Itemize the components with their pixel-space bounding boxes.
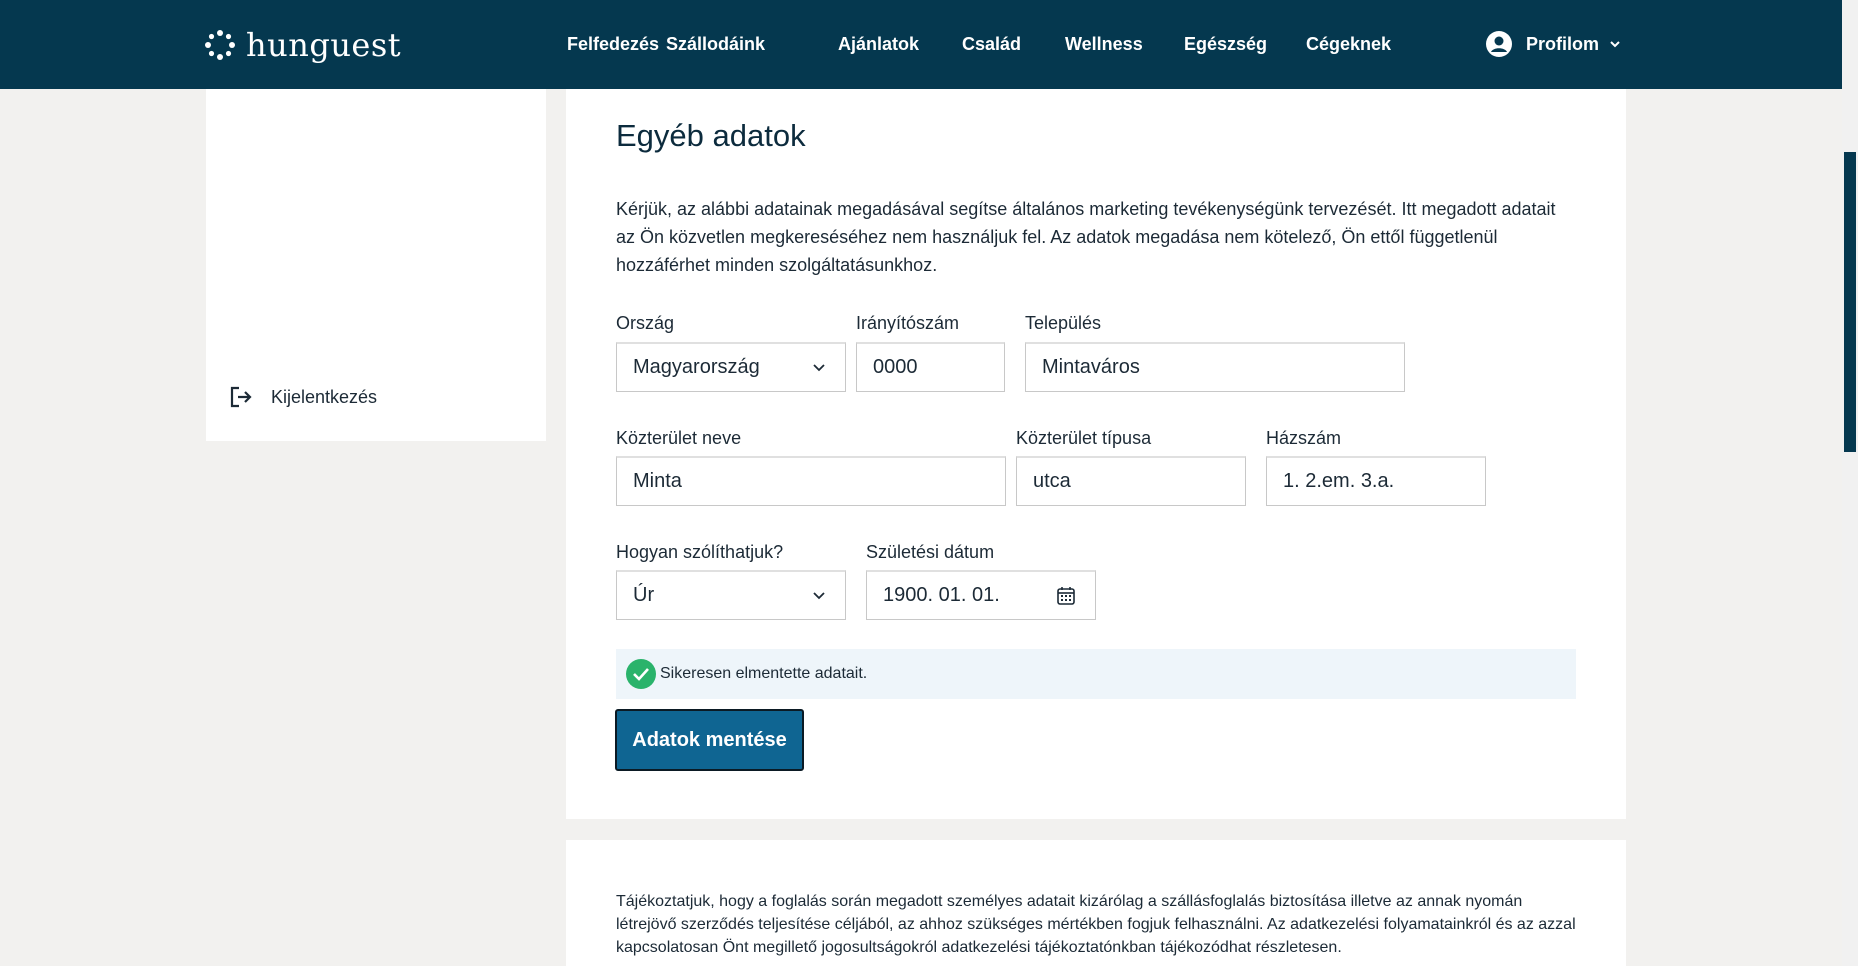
- zip-value: 0000: [873, 356, 918, 378]
- birth-date-label: Születési dátum: [866, 542, 995, 562]
- house-number-value: 1. 2.em. 3.a.: [1283, 470, 1395, 492]
- nav-ajanlatok[interactable]: Ajánlatok: [838, 34, 919, 55]
- brand-name: hunguest: [246, 26, 402, 64]
- nav-csalad[interactable]: Család: [962, 34, 1021, 55]
- birth-date-value: 1900. 01. 01.: [883, 584, 1000, 606]
- logout-label: Kijelentkezés: [271, 386, 378, 407]
- user-icon: [1486, 31, 1512, 57]
- scrollbar-track[interactable]: [1842, 0, 1858, 966]
- intro-text: Kérjük, az alábbi adatainak megadásával …: [616, 199, 1556, 275]
- salutation-label: Hogyan szólíthatjuk?: [616, 542, 784, 562]
- country-value: Magyarország: [633, 356, 760, 378]
- city-input[interactable]: Mintaváros: [1025, 342, 1405, 392]
- check-circle-icon: [626, 659, 656, 689]
- calendar-icon[interactable]: [1055, 585, 1077, 607]
- zip-input[interactable]: 0000: [856, 342, 1005, 392]
- street-name-input[interactable]: Minta: [616, 456, 1006, 506]
- profile-menu[interactable]: Profilom: [1486, 31, 1621, 57]
- city-label: Település: [1025, 313, 1102, 333]
- privacy-notice-text: Tájékoztatjuk, hogy a foglalás során meg…: [616, 893, 1576, 956]
- street-name-label: Közterület neve: [616, 428, 742, 448]
- zip-label: Irányítószám: [856, 313, 960, 333]
- city-value: Mintaváros: [1042, 356, 1140, 378]
- logo-mark-icon: [205, 30, 235, 60]
- nav-felfedezes[interactable]: Felfedezés: [567, 34, 659, 55]
- success-message: Sikeresen elmentette adatait.: [660, 665, 868, 682]
- save-data-button[interactable]: Adatok mentése: [615, 709, 804, 771]
- street-type-input[interactable]: utca: [1016, 456, 1246, 506]
- birth-date-input[interactable]: 1900. 01. 01.: [866, 570, 1096, 620]
- chevron-down-icon: [813, 364, 825, 372]
- salutation-select[interactable]: Úr: [616, 570, 846, 620]
- logout-link[interactable]: Kijelentkezés: [229, 385, 377, 409]
- chevron-down-icon: [1610, 41, 1620, 48]
- page-title: Egyéb adatok: [616, 118, 806, 153]
- salutation-value: Úr: [633, 584, 655, 606]
- nav-wellness[interactable]: Wellness: [1065, 34, 1143, 55]
- profile-label: Profilom: [1526, 33, 1600, 54]
- nav-cegeknek[interactable]: Cégeknek: [1306, 34, 1391, 55]
- country-label: Ország: [616, 313, 675, 333]
- scrollbar-thumb[interactable]: [1844, 152, 1856, 452]
- logout-icon: [230, 386, 252, 408]
- house-number-label: Házszám: [1266, 428, 1342, 448]
- chevron-down-icon: [813, 592, 825, 600]
- house-number-input[interactable]: 1. 2.em. 3.a.: [1266, 456, 1486, 506]
- hunguest-logo[interactable]: hunguest: [204, 26, 401, 64]
- country-select[interactable]: Magyarország: [616, 342, 846, 392]
- nav-szallodaink[interactable]: Szállodáink: [666, 34, 765, 55]
- street-name-value: Minta: [633, 470, 682, 492]
- street-type-value: utca: [1033, 470, 1071, 492]
- success-alert: Sikeresen elmentette adatait.: [616, 649, 1576, 699]
- nav-egeszseg[interactable]: Egészség: [1184, 34, 1267, 55]
- street-type-label: Közterület típusa: [1016, 428, 1152, 448]
